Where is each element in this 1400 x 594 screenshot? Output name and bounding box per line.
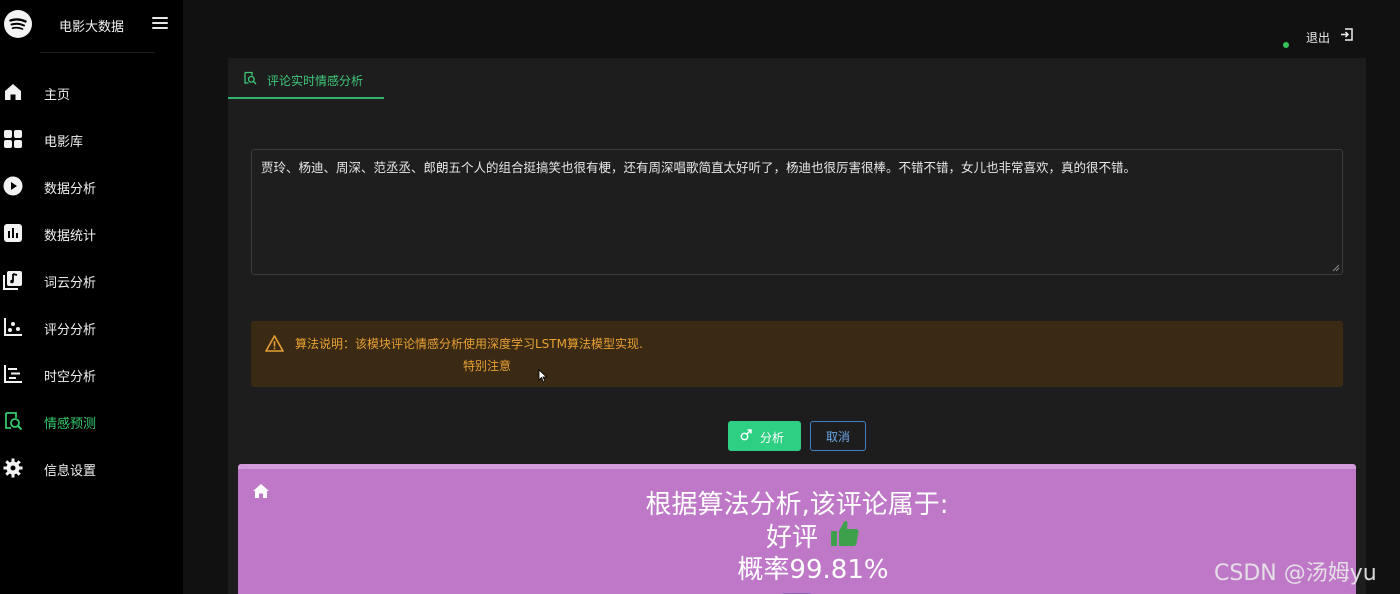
sidebar-item-sentiment[interactable]: 情感预测 xyxy=(0,401,183,441)
sidebar-item-statistics[interactable]: 数据统计 xyxy=(0,213,183,253)
alert-subtext: 特别注意 xyxy=(463,359,512,373)
sidebar-item-label: 情感预测 xyxy=(44,417,97,432)
grid-icon xyxy=(4,130,22,148)
mouse-cursor-icon xyxy=(538,369,548,383)
logout-button[interactable]: 退出 xyxy=(1306,27,1353,45)
result-heading: 根据算法分析,该评论属于: xyxy=(645,490,949,520)
book-icon xyxy=(3,271,22,290)
sidebar-item-label: 时空分析 xyxy=(44,370,97,385)
analyze-button[interactable]: 分析 xyxy=(728,421,801,451)
analyze-button-label: 分析 xyxy=(760,431,785,445)
sidebar-item-settings[interactable]: 信息设置 xyxy=(0,448,183,488)
brand: 电影大数据 xyxy=(0,0,183,53)
spotify-logo-icon[interactable] xyxy=(4,10,32,38)
tab-sentiment-analysis[interactable]: 评论实时情感分析 xyxy=(228,58,384,99)
algorithm-alert: 算法说明：该模块评论情感分析使用深度学习LSTM算法模型实现. 特别注意 xyxy=(251,321,1343,387)
male-icon xyxy=(740,429,752,441)
home-icon xyxy=(5,84,21,100)
result-card: 根据算法分析,该评论属于: 好评 概率99.81% xyxy=(238,464,1356,594)
sidebar-item-label: 评分分析 xyxy=(44,323,97,338)
resize-grip-icon[interactable] xyxy=(1332,264,1340,272)
sidebar-item-movies[interactable]: 电影库 xyxy=(0,119,183,159)
sidebar-item-rating[interactable]: 评分分析 xyxy=(0,307,183,347)
menu-toggle-icon[interactable] xyxy=(152,17,168,31)
watermark: CSDN @汤姆yu xyxy=(1214,561,1377,586)
status-indicator xyxy=(1283,42,1289,48)
sidebar-item-data-analysis[interactable]: 数据分析 xyxy=(0,166,183,206)
sidebar-item-home[interactable]: 主页 xyxy=(0,72,183,112)
sidebar-item-label: 词云分析 xyxy=(44,276,97,291)
cancel-button[interactable]: 取消 xyxy=(810,421,866,451)
sidebar-item-label: 主页 xyxy=(44,88,71,103)
logout-label: 退出 xyxy=(1306,31,1331,45)
scatter-icon xyxy=(4,318,22,336)
sign-out-icon xyxy=(1341,28,1353,41)
sidebar-item-spatiotemporal[interactable]: 时空分析 xyxy=(0,354,183,394)
sidebar-item-label: 信息设置 xyxy=(44,464,97,479)
brand-divider xyxy=(40,52,155,53)
bar-chart-icon xyxy=(4,224,22,242)
search-doc-icon xyxy=(244,71,257,85)
sidebar-item-label: 数据分析 xyxy=(44,182,97,197)
comment-input[interactable]: 贾玲、杨迪、周深、范丞丞、郎朗五个人的组合挺搞笑也很有梗，还有周深唱歌简直太好听… xyxy=(251,149,1343,275)
warning-icon xyxy=(265,335,284,352)
sidebar-item-label: 数据统计 xyxy=(44,229,97,244)
search-doc-icon xyxy=(5,412,23,431)
thumbs-up-icon xyxy=(831,521,859,546)
alert-text: 算法说明：该模块评论情感分析使用深度学习LSTM算法模型实现. xyxy=(295,337,643,351)
sidebar-item-wordcloud[interactable]: 词云分析 xyxy=(0,260,183,300)
sidebar: 电影大数据 主页 电影库 数据分析 数据统计 词云分析 评分分析 时空分析 情感… xyxy=(0,0,183,594)
app-title: 电影大数据 xyxy=(59,20,125,35)
gear-icon xyxy=(3,458,23,478)
sidebar-item-label: 电影库 xyxy=(44,135,84,150)
tab-label: 评论实时情感分析 xyxy=(267,74,364,88)
timeline-icon xyxy=(4,365,22,383)
play-circle-icon xyxy=(3,176,23,196)
